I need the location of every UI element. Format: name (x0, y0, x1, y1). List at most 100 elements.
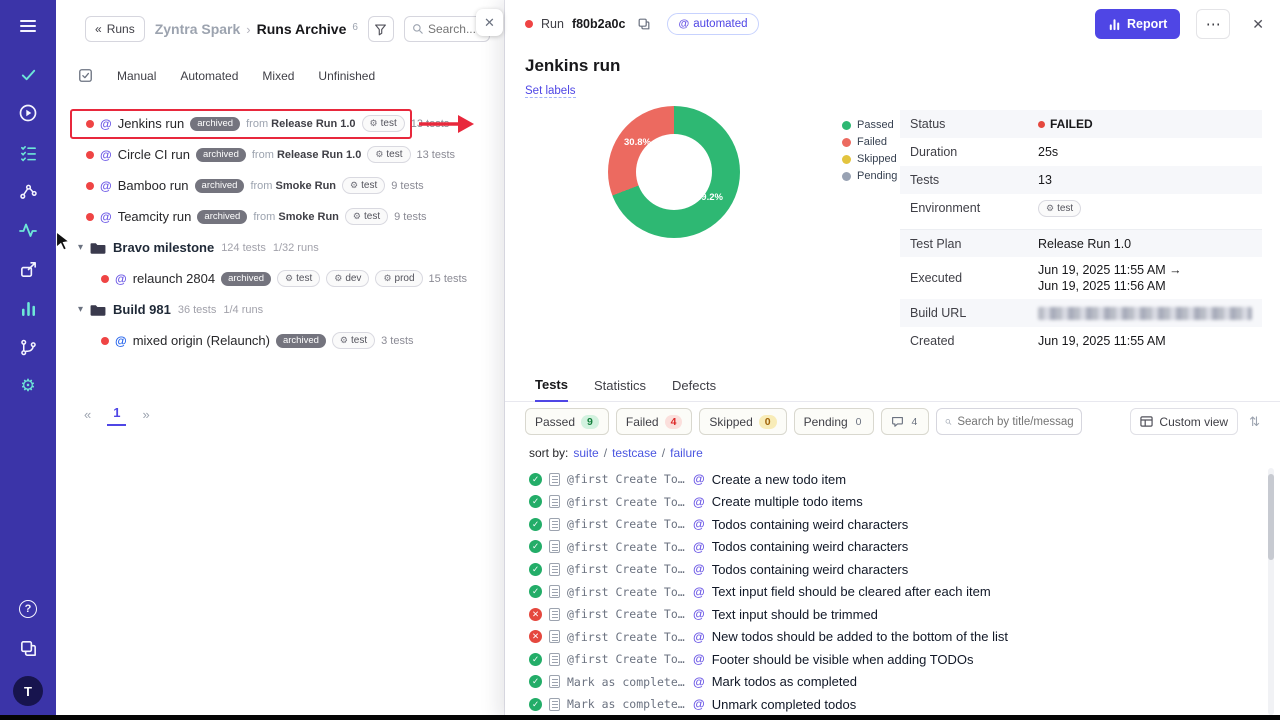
tab-defects[interactable]: Defects (672, 378, 716, 401)
filter-passed-button[interactable]: Passed9 (525, 408, 609, 435)
play-circle-icon[interactable] (17, 102, 39, 124)
flow-icon[interactable] (17, 180, 39, 202)
test-title[interactable]: Unmark completed todos (712, 697, 857, 712)
export-icon[interactable] (17, 258, 39, 280)
test-title[interactable]: Text input should be trimmed (712, 607, 878, 622)
folder-item-bravo-milestone[interactable]: ▾ Bravo milestone 124 tests 1/32 runs (56, 232, 504, 263)
test-suite[interactable]: @first Create To… (567, 630, 686, 644)
run-item-circle-ci-run[interactable]: @ Circle CI run archived from Release Ru… (56, 139, 504, 170)
folders-icon[interactable] (17, 637, 39, 659)
git-branch-icon[interactable] (17, 336, 39, 358)
activity-icon[interactable] (17, 219, 39, 241)
folder-item-build-981[interactable]: ▾ Build 981 36 tests 1/4 runs (56, 294, 504, 325)
automated-test-icon: @ (693, 540, 705, 554)
test-suite[interactable]: @first Create To… (567, 585, 686, 599)
test-suite[interactable]: @first Create To… (567, 562, 686, 576)
close-detail-icon[interactable]: ✕ (1252, 16, 1264, 33)
test-title[interactable]: Todos containing weird characters (712, 539, 909, 554)
copy-icon[interactable] (637, 17, 651, 31)
test-suite[interactable]: @first Create To… (567, 472, 686, 486)
custom-view-button[interactable]: Custom view (1130, 408, 1238, 435)
tab-automated[interactable]: Automated (180, 69, 238, 83)
sort-columns-icon[interactable]: ⇅ (1249, 414, 1260, 430)
info-row-duration: Duration 25s (900, 138, 1262, 166)
tab-mixed[interactable]: Mixed (262, 69, 294, 83)
check-icon[interactable] (17, 63, 39, 85)
test-row[interactable]: @first Create To…@Text input should be t… (529, 603, 1249, 626)
chevron-down-icon[interactable]: ▾ (78, 304, 83, 315)
run-item-jenkins-run[interactable]: @ Jenkins run archived from Release Run … (56, 108, 504, 139)
test-title[interactable]: New todos should be added to the bottom … (712, 629, 1008, 644)
failed-status-dot (525, 20, 533, 28)
scrollbar-thumb[interactable] (1268, 474, 1274, 560)
automated-badge[interactable]: @automated (667, 13, 758, 35)
test-title[interactable]: Todos containing weird characters (712, 517, 909, 532)
pagination-page-1[interactable]: 1 (107, 403, 126, 426)
run-item-relaunch-2804[interactable]: @ relaunch 2804 archived ⚙test ⚙dev ⚙pro… (56, 263, 504, 294)
test-row[interactable]: @first Create To…@Todos containing weird… (529, 513, 1249, 536)
filter-failed-button[interactable]: Failed4 (616, 408, 693, 435)
runs-search-input[interactable] (428, 22, 480, 36)
run-item-teamcity-run[interactable]: @ Teamcity run archived from Smoke Run ⚙… (56, 201, 504, 232)
sort-by-testcase-link[interactable]: testcase (612, 446, 657, 460)
run-origin: from Smoke Run (253, 211, 339, 223)
more-options-button[interactable]: ⋯ (1196, 9, 1230, 39)
test-title[interactable]: Mark todos as completed (712, 674, 857, 689)
tests-search-input[interactable] (957, 416, 1073, 428)
test-row[interactable]: @first Create To…@Text input field shoul… (529, 581, 1249, 604)
test-row[interactable]: Mark as complete…@Unmark completed todos (529, 693, 1249, 716)
automated-run-icon: @ (100, 210, 112, 224)
menu-icon[interactable] (17, 15, 39, 37)
select-all-icon[interactable] (78, 68, 93, 83)
bar-chart-icon[interactable] (17, 297, 39, 319)
chevron-down-icon[interactable]: ▾ (78, 242, 83, 253)
sort-by-suite-link[interactable]: suite (573, 446, 598, 460)
test-suite[interactable]: Mark as complete… (567, 697, 686, 711)
filter-funnel-button[interactable] (368, 16, 394, 42)
test-title[interactable]: Create multiple todo items (712, 494, 863, 509)
pagination-prev[interactable]: « (84, 407, 91, 422)
test-row[interactable]: @first Create To… @ Todos containing weird… (529, 536, 1249, 559)
test-suite[interactable]: @first Create To… (567, 540, 686, 554)
task-list-icon[interactable] (17, 141, 39, 163)
sort-by-failure-link[interactable]: failure (670, 446, 703, 460)
test-row[interactable]: @first Create To…@Create a new todo item (529, 468, 1249, 491)
test-title[interactable]: Text input field should be cleared after… (712, 584, 991, 599)
test-suite[interactable]: @first Create To… (567, 517, 686, 531)
test-suite[interactable]: @first Create To… (567, 652, 686, 666)
breadcrumb-project[interactable]: Zyntra Spark (155, 21, 241, 37)
test-row[interactable]: @first Create To…@Footer should be visib… (529, 648, 1249, 671)
tab-tests[interactable]: Tests (535, 377, 568, 402)
filter-comments-button[interactable]: 4 (881, 408, 930, 435)
test-plan-link[interactable]: Release Run 1.0 (1038, 237, 1131, 251)
test-suite[interactable]: Mark as complete… (567, 675, 686, 689)
run-item-mixed-origin-relaunch[interactable]: @ mixed origin (Relaunch) archived ⚙test… (56, 325, 504, 356)
tab-unfinished[interactable]: Unfinished (318, 69, 375, 83)
pagination-next[interactable]: » (142, 407, 149, 422)
test-title[interactable]: Footer should be visible when adding TOD… (712, 652, 974, 667)
test-suite[interactable]: @first Create To… (567, 495, 686, 509)
test-title[interactable]: Create a new todo item (712, 472, 846, 487)
test-row[interactable]: @first Create To…@Create multiple todo i… (529, 491, 1249, 514)
env-badge: ⚙test (367, 146, 410, 163)
gear-icon[interactable]: ⚙ (17, 375, 39, 397)
app-window: ⚙ ? T « Runs Zyntra Spark › Runs Archive… (0, 0, 1280, 720)
help-icon[interactable]: ? (17, 598, 39, 620)
archived-badge: archived (197, 210, 247, 224)
set-labels-link[interactable]: Set labels (525, 85, 576, 98)
back-to-runs-button[interactable]: « Runs (85, 16, 145, 42)
user-avatar[interactable]: T (13, 676, 43, 706)
tab-statistics[interactable]: Statistics (594, 378, 646, 401)
filter-pending-button[interactable]: Pending0 (794, 408, 874, 435)
test-row[interactable]: @first Create To…@Todos containing weird… (529, 558, 1249, 581)
test-title[interactable]: Todos containing weird characters (712, 562, 909, 577)
run-item-bamboo-run[interactable]: @ Bamboo run archived from Smoke Run ⚙te… (56, 170, 504, 201)
test-suite[interactable]: @first Create To… (567, 607, 686, 621)
close-search-icon[interactable]: ✕ (476, 9, 503, 36)
filter-skipped-button[interactable]: Skipped0 (699, 408, 786, 435)
executed-value: Jun 19, 2025 11:55 AM →Jun 19, 2025 11:5… (1038, 257, 1182, 299)
report-button[interactable]: Report (1095, 9, 1180, 39)
test-row[interactable]: Mark as complete…@Mark todos as complete… (529, 671, 1249, 694)
test-row[interactable]: @first Create To…@New todos should be ad… (529, 626, 1249, 649)
tab-manual[interactable]: Manual (117, 69, 156, 83)
